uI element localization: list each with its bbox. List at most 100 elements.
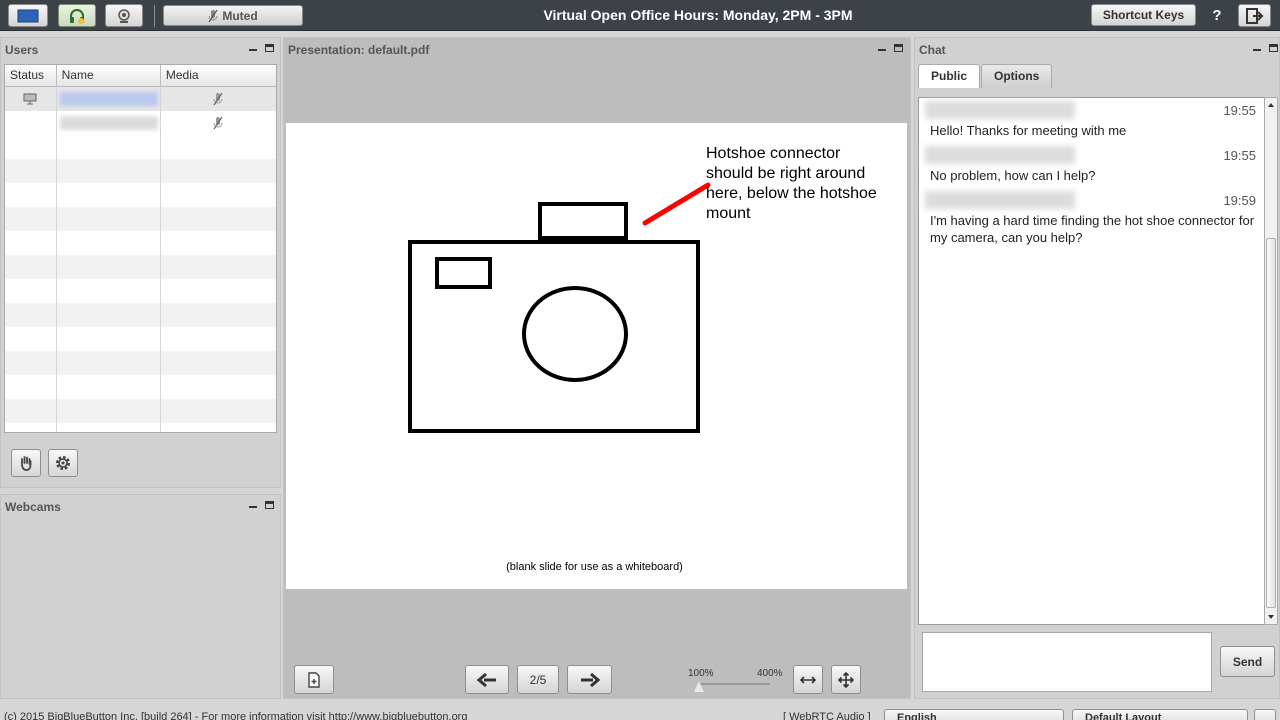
layout-select-value: Default Layout <box>1085 712 1162 720</box>
empty-row <box>5 159 276 183</box>
scroll-down-icon[interactable] <box>1265 612 1277 622</box>
webcams-window-controls <box>249 501 274 509</box>
minimize-icon[interactable] <box>878 49 886 51</box>
chat-sender-redacted <box>925 191 1075 209</box>
fit-width-icon <box>800 675 816 684</box>
footer-audio-status: [ WebRTC Audio ] <box>783 711 871 720</box>
logout-button[interactable] <box>1238 4 1271 27</box>
minimize-icon[interactable] <box>249 49 257 51</box>
desktop-share-button[interactable] <box>8 4 48 27</box>
mic-muted-icon <box>213 116 223 130</box>
users-table: Status Name Media <box>4 64 277 433</box>
column-status[interactable]: Status <box>5 65 57 87</box>
previous-slide-button[interactable] <box>465 665 509 694</box>
page-indicator-button[interactable]: 2/5 <box>517 665 559 694</box>
raise-hand-button[interactable] <box>11 449 41 477</box>
empty-row <box>5 255 276 279</box>
maximize-icon[interactable] <box>265 501 274 509</box>
zoom-max-label: 400% <box>757 668 783 679</box>
user-name-redacted <box>59 92 158 106</box>
fit-to-width-button[interactable] <box>793 665 823 694</box>
empty-row <box>5 183 276 207</box>
chat-scroll-thumb[interactable] <box>1266 238 1276 608</box>
empty-row <box>5 135 276 159</box>
layout-select[interactable]: Default Layout <box>1072 709 1248 720</box>
empty-row <box>5 399 276 423</box>
chat-panel-title: Chat <box>919 43 946 57</box>
chat-message-list: 19:55 Hello! Thanks for meeting with me … <box>918 97 1265 625</box>
mute-toggle-button[interactable]: Muted <box>163 5 303 26</box>
chat-message-text: Hello! Thanks for meeting with me <box>930 123 1127 138</box>
help-button[interactable]: ? <box>1205 4 1229 27</box>
empty-row <box>5 423 276 432</box>
chat-message: 19:55 Hello! Thanks for meeting with me <box>919 98 1264 143</box>
chat-scrollbar[interactable] <box>1264 97 1278 625</box>
webcams-panel: Webcams <box>0 494 281 699</box>
chat-message: 19:59 I'm having a hard time finding the… <box>919 188 1264 250</box>
presenter-icon <box>23 93 37 105</box>
users-table-body <box>5 87 276 432</box>
shortcut-keys-button[interactable]: Shortcut Keys <box>1091 4 1196 26</box>
desktop-share-icon <box>17 9 39 22</box>
upload-presentation-button[interactable] <box>294 665 334 694</box>
chat-sender-redacted <box>925 101 1075 119</box>
empty-row <box>5 303 276 327</box>
users-table-header: Status Name Media <box>5 65 276 87</box>
user-name-redacted <box>59 116 158 130</box>
chat-message-input[interactable] <box>922 632 1212 692</box>
presentation-window-controls <box>878 44 903 52</box>
tab-options[interactable]: Options <box>981 64 1053 88</box>
chat-window-controls <box>1253 44 1278 52</box>
mic-muted-icon <box>208 9 218 22</box>
chat-message: 19:55 No problem, how can I help? <box>919 143 1264 188</box>
gear-icon <box>56 456 70 470</box>
empty-row <box>5 327 276 351</box>
language-select[interactable]: English <box>884 709 1064 720</box>
zoom-slider[interactable] <box>698 683 770 685</box>
empty-row <box>5 375 276 399</box>
arrow-right-icon <box>580 672 600 687</box>
slide-annotation-text: Hotshoe connector should be right around… <box>706 145 877 222</box>
chat-message-text: No problem, how can I help? <box>930 168 1096 183</box>
zoom-min-label: 100% <box>688 668 714 679</box>
move-icon <box>838 671 854 688</box>
annotation-stroke <box>642 182 711 226</box>
chat-timestamp: 19:55 <box>1223 148 1256 163</box>
audio-button[interactable] <box>58 4 96 27</box>
maximize-icon[interactable] <box>1269 44 1278 52</box>
minimize-icon[interactable] <box>249 506 257 508</box>
zoom-slider-thumb[interactable] <box>694 681 704 692</box>
next-slide-button[interactable] <box>567 665 612 694</box>
scroll-up-icon[interactable] <box>1265 100 1277 110</box>
column-media[interactable]: Media <box>161 65 276 87</box>
settings-button[interactable] <box>48 449 78 477</box>
column-name[interactable]: Name <box>57 65 161 87</box>
webcam-button[interactable] <box>105 4 143 27</box>
empty-row <box>5 231 276 255</box>
tab-public[interactable]: Public <box>918 64 981 88</box>
maximize-icon[interactable] <box>265 44 274 52</box>
user-row[interactable] <box>5 111 276 135</box>
toolbar-divider <box>154 5 155 27</box>
chat-timestamp: 19:55 <box>1223 103 1256 118</box>
maximize-icon[interactable] <box>894 44 903 52</box>
arrow-left-icon <box>477 672 496 687</box>
headset-icon <box>70 8 84 24</box>
mic-muted-icon <box>213 92 223 106</box>
empty-row <box>5 207 276 231</box>
top-toolbar: Muted Virtual Open Office Hours: Monday,… <box>0 0 1280 31</box>
footer-copyright: (c) 2015 BigBlueButton Inc. [build 264] … <box>4 711 468 720</box>
language-select-value: English <box>897 712 937 720</box>
chat-timestamp: 19:59 <box>1223 193 1256 208</box>
mute-label: Muted <box>222 8 258 23</box>
presentation-title: Presentation: default.pdf <box>288 43 430 57</box>
fit-to-page-button[interactable] <box>831 665 861 694</box>
empty-row <box>5 279 276 303</box>
user-row[interactable] <box>5 87 276 111</box>
meeting-title: Virtual Open Office Hours: Monday, 2PM -… <box>543 7 853 23</box>
apply-layout-button[interactable] <box>1254 709 1276 720</box>
logout-icon <box>1245 7 1263 24</box>
send-button[interactable]: Send <box>1220 646 1275 677</box>
minimize-icon[interactable] <box>1253 49 1261 51</box>
upload-icon <box>308 671 320 688</box>
